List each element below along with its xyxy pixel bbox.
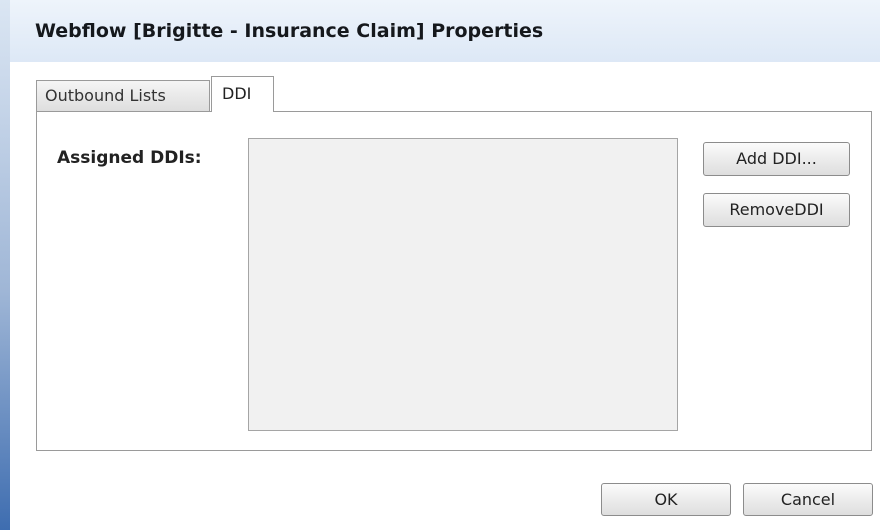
cancel-button[interactable]: Cancel xyxy=(743,483,873,516)
dialog-body: Outbound Lists DDI Assigned DDIs: Add DD… xyxy=(10,62,880,530)
ok-button[interactable]: OK xyxy=(601,483,731,516)
tab-ddi[interactable]: DDI xyxy=(211,76,274,112)
assigned-ddis-list[interactable] xyxy=(248,138,678,431)
properties-dialog: Webflow [Brigitte - Insurance Claim] Pro… xyxy=(0,0,880,530)
add-ddi-button[interactable]: Add DDI... xyxy=(703,142,850,176)
remove-ddi-button[interactable]: RemoveDDI xyxy=(703,193,850,227)
tab-outbound-lists[interactable]: Outbound Lists xyxy=(36,80,210,111)
ddi-tab-panel: Assigned DDIs: Add DDI... RemoveDDI xyxy=(36,111,872,451)
dialog-title: Webflow [Brigitte - Insurance Claim] Pro… xyxy=(35,20,544,42)
assigned-ddis-label: Assigned DDIs: xyxy=(57,148,202,168)
window-edge-strip xyxy=(0,0,10,530)
dialog-title-bar[interactable]: Webflow [Brigitte - Insurance Claim] Pro… xyxy=(10,0,880,62)
